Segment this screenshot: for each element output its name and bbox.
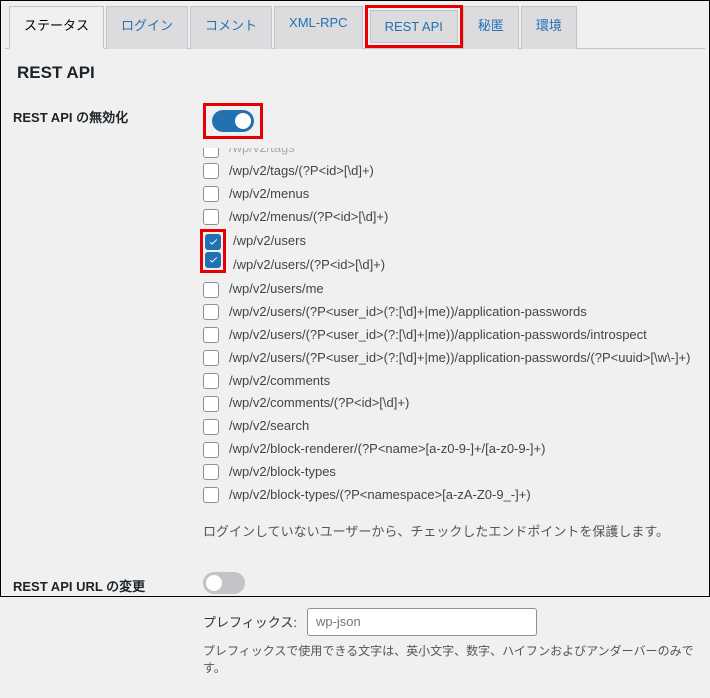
endpoint-checkbox[interactable] <box>205 234 221 250</box>
endpoint-label: /wp/v2/block-types/(?P<namespace>[a-zA-Z… <box>229 486 531 505</box>
page-title: REST API <box>17 63 697 83</box>
endpoint-label: /wp/v2/block-types <box>229 463 336 482</box>
url-change-toggle[interactable] <box>203 572 245 594</box>
prefix-input[interactable] <box>307 608 537 636</box>
endpoint-label: /wp/v2/users <box>233 232 306 251</box>
prefix-label: プレフィックス: <box>203 612 297 631</box>
endpoint-label: /wp/v2/tags/(?P<id>[\d]+) <box>229 162 374 181</box>
list-item: /wp/v2/users/me <box>203 278 697 301</box>
endpoint-checkbox[interactable] <box>203 327 219 343</box>
endpoint-checkbox[interactable] <box>203 148 219 158</box>
tab-rest-api[interactable]: REST API <box>370 10 458 43</box>
endpoint-checkbox[interactable] <box>203 442 219 458</box>
list-item: /wp/v2/block-types <box>203 461 697 484</box>
disable-rest-toggle[interactable] <box>212 110 254 132</box>
list-item: /wp/v2/users/(?P<user_id>(?:[\d]+|me))/a… <box>203 324 697 347</box>
endpoint-list: /wp/v2/tags /wp/v2/tags/(?P<id>[\d]+) /w… <box>203 148 697 507</box>
endpoint-checkbox[interactable] <box>203 350 219 366</box>
tabs-bar: ステータス ログイン コメント XML-RPC REST API 秘匿 環境 <box>5 5 705 49</box>
tab-hide[interactable]: 秘匿 <box>463 6 519 49</box>
list-item: /wp/v2/users/(?P<user_id>(?:[\d]+|me))/a… <box>203 347 697 370</box>
endpoint-checkbox[interactable] <box>203 419 219 435</box>
highlight-toggle <box>203 103 263 139</box>
endpoint-label: /wp/v2/tags <box>229 148 295 158</box>
list-item: /wp/v2/menus <box>203 183 697 206</box>
endpoint-checkbox[interactable] <box>205 252 221 268</box>
endpoint-label: /wp/v2/comments/(?P<id>[\d]+) <box>229 394 409 413</box>
list-item: /wp/v2/users <box>233 229 385 254</box>
endpoint-label: /wp/v2/users/(?P<user_id>(?:[\d]+|me))/a… <box>229 349 690 368</box>
endpoint-label: /wp/v2/users/(?P<user_id>(?:[\d]+|me))/a… <box>229 326 647 345</box>
endpoint-checkbox[interactable] <box>203 282 219 298</box>
endpoint-label: /wp/v2/users/me <box>229 280 324 299</box>
tab-status[interactable]: ステータス <box>9 6 104 49</box>
disable-rest-label: REST API の無効化 <box>13 103 203 126</box>
list-item: /wp/v2/tags/(?P<id>[\d]+) <box>203 160 697 183</box>
endpoint-label: /wp/v2/menus/(?P<id>[\d]+) <box>229 208 388 227</box>
list-item: /wp/v2/tags <box>203 148 697 160</box>
list-item: /wp/v2/users/(?P<user_id>(?:[\d]+|me))/a… <box>203 301 697 324</box>
endpoint-label: /wp/v2/search <box>229 417 309 436</box>
list-item: /wp/v2/block-types/(?P<namespace>[a-zA-Z… <box>203 484 697 507</box>
prefix-desc: プレフィックスで使用できる文字は、英小文字、数字、ハイフンおよびアンダーバーのみ… <box>203 642 697 676</box>
endpoint-label: /wp/v2/menus <box>229 185 309 204</box>
list-item: /wp/v2/search <box>203 415 697 438</box>
endpoint-checkbox[interactable] <box>203 186 219 202</box>
endpoint-checkbox[interactable] <box>203 209 219 225</box>
endpoint-label: /wp/v2/users/(?P<id>[\d]+) <box>233 256 385 275</box>
endpoint-checkbox[interactable] <box>203 304 219 320</box>
tab-xmlrpc[interactable]: XML-RPC <box>274 6 363 49</box>
tab-environment[interactable]: 環境 <box>521 6 577 49</box>
highlight-checkboxes <box>200 229 226 273</box>
endpoint-label: /wp/v2/users/(?P<user_id>(?:[\d]+|me))/a… <box>229 303 587 322</box>
highlight-rest-tab: REST API <box>365 5 463 48</box>
url-change-label: REST API URL の変更 <box>13 572 203 595</box>
tab-comment[interactable]: コメント <box>190 6 272 49</box>
endpoint-checkbox[interactable] <box>203 163 219 179</box>
tab-login[interactable]: ログイン <box>106 6 188 49</box>
list-item: /wp/v2/comments <box>203 370 697 393</box>
list-item: /wp/v2/menus/(?P<id>[\d]+) <box>203 206 697 229</box>
list-item: /wp/v2/block-renderer/(?P<name>[a-z0-9-]… <box>203 438 697 461</box>
endpoint-checkbox[interactable] <box>203 373 219 389</box>
endpoint-label: /wp/v2/block-renderer/(?P<name>[a-z0-9-]… <box>229 440 545 459</box>
list-item: /wp/v2/comments/(?P<id>[\d]+) <box>203 392 697 415</box>
endpoint-checkbox[interactable] <box>203 464 219 480</box>
endpoint-checkbox[interactable] <box>203 396 219 412</box>
endpoint-checkbox[interactable] <box>203 487 219 503</box>
disable-rest-desc: ログインしていないユーザーから、チェックしたエンドポイントを保護します。 <box>203 521 697 540</box>
list-item: /wp/v2/users/(?P<id>[\d]+) <box>233 253 385 278</box>
endpoint-label: /wp/v2/comments <box>229 372 330 391</box>
